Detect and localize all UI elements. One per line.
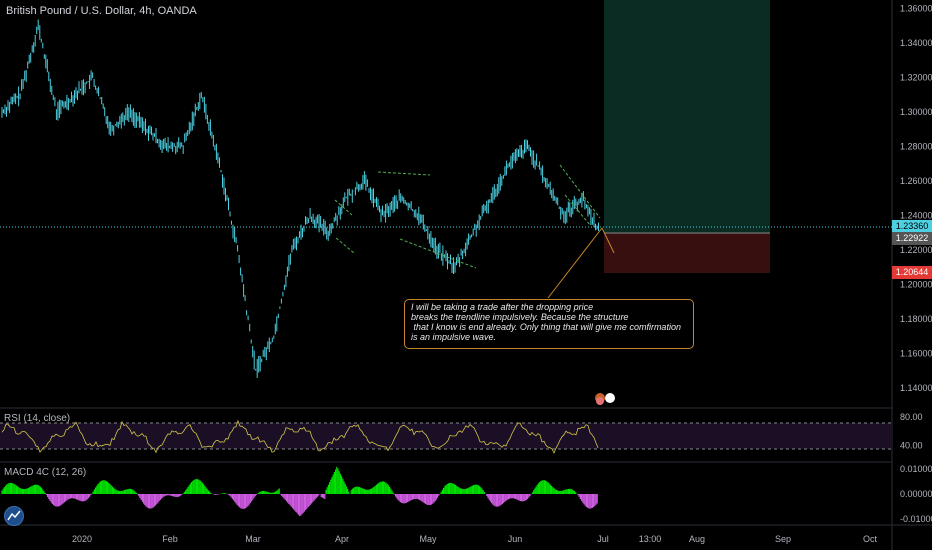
profit-zone[interactable]: [604, 0, 770, 233]
macd-tick-label: 0.01000: [900, 464, 932, 474]
price-axis[interactable]: 1.36000 1.34000 1.32000 1.30000 1.28000 1.260…: [900, 4, 932, 393]
target-price-tag: 1.20644: [892, 266, 932, 279]
trend-line-lower-1: [399, 238, 477, 269]
price-tick-label: 1.16000: [900, 348, 932, 358]
tradingview-logo-icon: [4, 506, 24, 526]
trend-line-upper-1: [377, 171, 431, 176]
macd-histogram: [1, 466, 598, 516]
price-tick-label: 1.24000: [900, 210, 932, 220]
price-tick-label: 1.20000: [900, 279, 932, 289]
time-tick-label: Mar: [245, 534, 261, 544]
trade-annotation[interactable]: I will be taking a trade after the dropp…: [404, 299, 694, 349]
annotation-line-2: breaks the trendline impulsively. Becaus…: [411, 312, 629, 322]
price-tick-label: 1.22000: [900, 245, 932, 255]
time-tick-label: Feb: [162, 534, 178, 544]
rsi-tick-label: 40.00: [900, 441, 923, 451]
macd-tick-label: 0.00000: [900, 489, 932, 499]
macd-tick-label: -0.01000: [900, 514, 932, 524]
price-tick-label: 1.32000: [900, 73, 932, 83]
trend-line-upper-3: [559, 164, 601, 219]
time-tick-label: Sep: [775, 534, 791, 544]
time-tick-label: Jul: [597, 534, 609, 544]
rsi-label: RSI (14, close): [4, 413, 71, 424]
annotation-line-4: is an impulsive wave.: [411, 332, 497, 342]
panel-separators: [0, 0, 932, 550]
annotation-line-3: that I know is end already. Only thing t…: [411, 322, 681, 332]
trend-line-lower-2: [335, 237, 355, 254]
time-tick-label: Aug: [689, 534, 705, 544]
time-axis[interactable]: 2020 Feb Mar Apr May Jun Jul 13:00 Aug Sep Oct: [72, 534, 878, 544]
price-tick-label: 1.28000: [900, 141, 932, 151]
rsi-tick-label: 80.00: [900, 412, 923, 422]
chart-canvas[interactable]: 1.36000 1.34000 1.32000 1.30000 1.28000 1.260…: [0, 0, 932, 550]
price-tick-label: 1.26000: [900, 176, 932, 186]
price-tick-label: 1.36000: [900, 4, 932, 14]
time-tick-label: 13:00: [639, 534, 662, 544]
time-tick-label: 2020: [72, 534, 92, 544]
price-tick-label: 1.18000: [900, 314, 932, 324]
time-tick-label: Apr: [335, 534, 349, 544]
stop-price-tag: 1.22922: [892, 232, 932, 245]
rsi-axis: 80.00 40.00: [900, 412, 923, 451]
price-tick-label: 1.14000: [900, 383, 932, 393]
rsi-band: [0, 423, 892, 449]
macd-label: MACD 4C (12, 26): [4, 467, 87, 478]
time-tick-label: May: [419, 534, 437, 544]
annotation-line-1: I will be taking a trade after the dropp…: [411, 302, 594, 312]
price-tick-label: 1.30000: [900, 107, 932, 117]
price-tick-label: 1.34000: [900, 38, 932, 48]
loss-zone[interactable]: [604, 233, 770, 273]
time-tick-label: Jun: [508, 534, 523, 544]
events-icon[interactable]: [592, 391, 622, 405]
macd-axis: 0.01000 0.00000 -0.01000: [900, 464, 932, 524]
time-tick-label: Oct: [863, 534, 878, 544]
